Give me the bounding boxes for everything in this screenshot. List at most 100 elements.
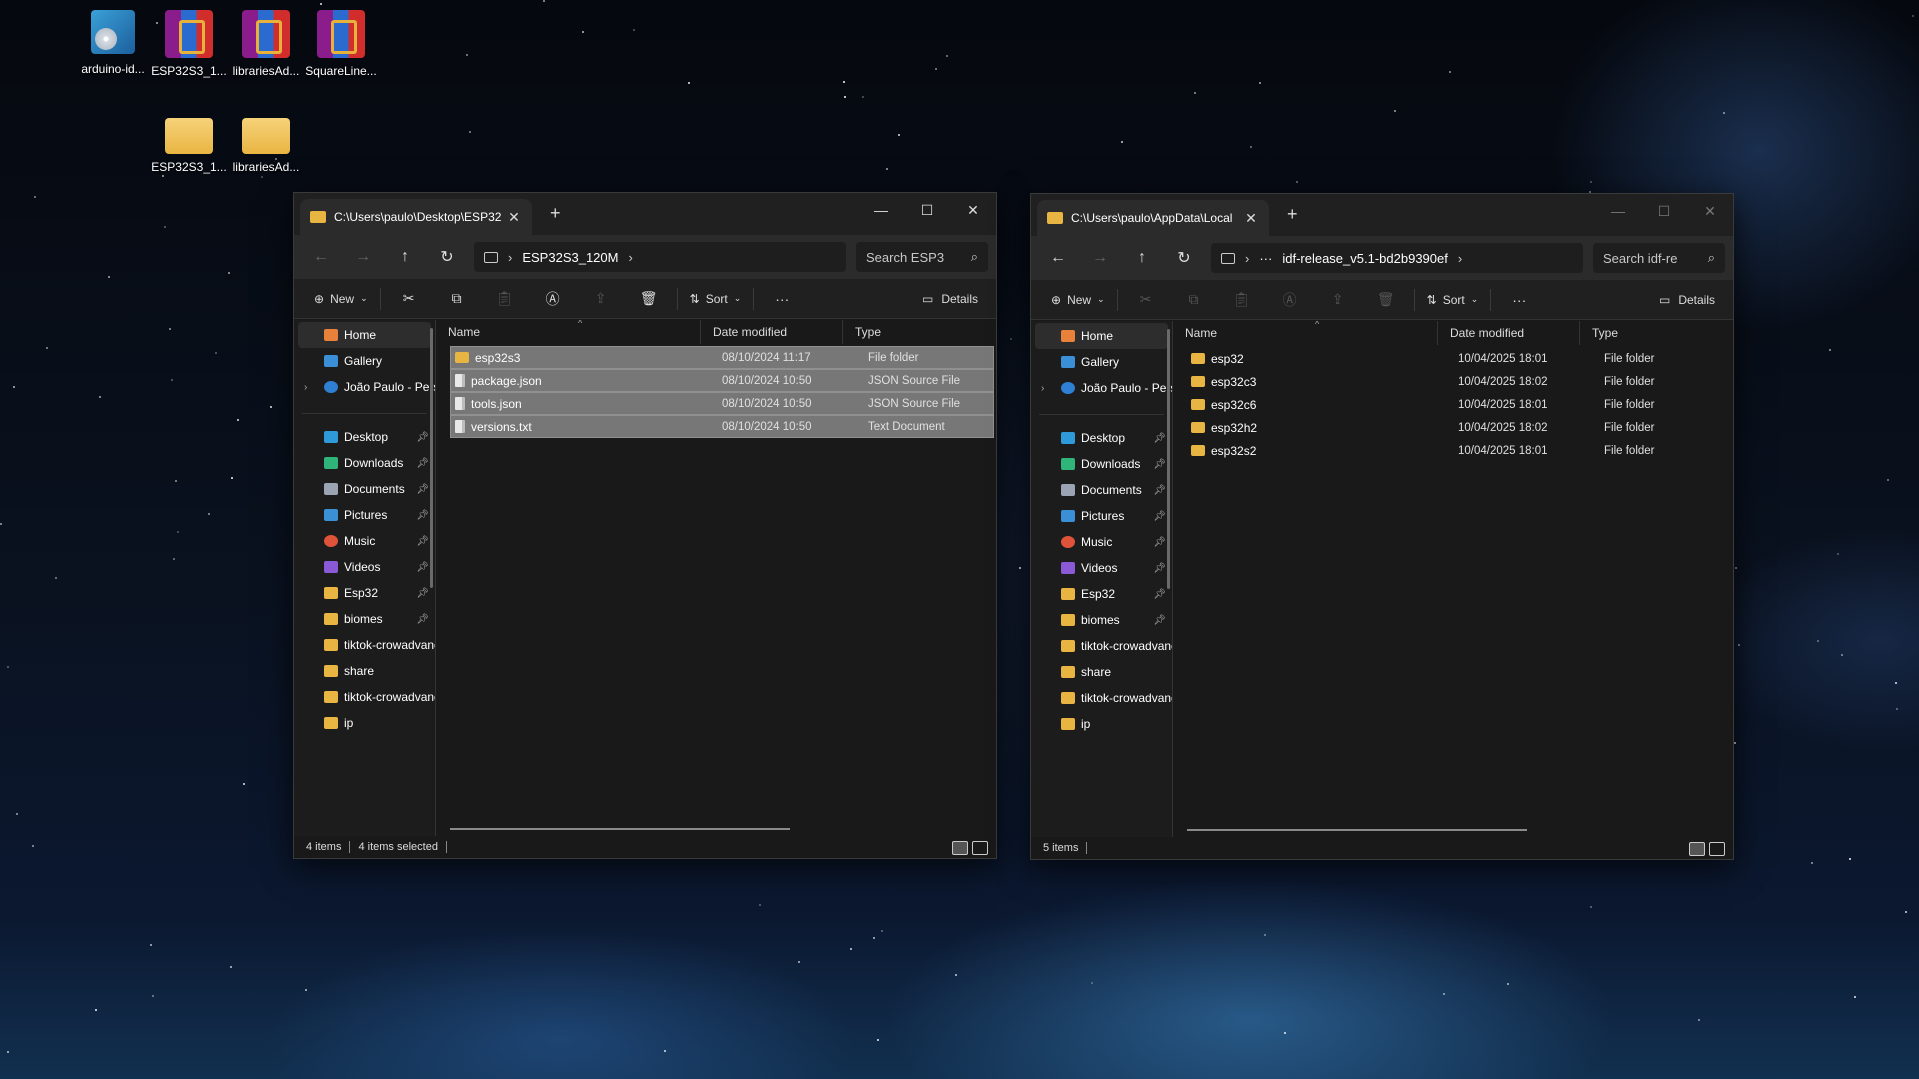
sidebar-item-pictures[interactable]: Pictures 📌︎ [294, 502, 435, 528]
close-tab-icon[interactable]: ✕ [1243, 210, 1259, 227]
copy-icon[interactable]: ⧉ [1170, 285, 1218, 315]
maximize-button[interactable]: ☐ [904, 193, 950, 227]
file-row[interactable]: esp32s3 08/10/2024 11:17 File folder [450, 346, 994, 369]
forward-arrow-icon[interactable]: → [1081, 243, 1119, 273]
sidebar-item-home[interactable]: Home [298, 322, 431, 348]
new-tab-button[interactable]: + [1287, 204, 1298, 225]
sidebar-item-home[interactable]: Home [1035, 323, 1168, 349]
maximize-button[interactable]: ☐ [1641, 194, 1687, 228]
refresh-icon[interactable]: ↻ [428, 242, 466, 272]
refresh-icon[interactable]: ↻ [1165, 243, 1203, 273]
expand-chevron-icon[interactable]: › [304, 382, 307, 393]
copy-icon[interactable]: ⧉ [433, 284, 481, 314]
delete-icon[interactable]: 🗑︎ [1362, 285, 1410, 315]
sidebar-item-music[interactable]: Music 📌︎ [294, 528, 435, 554]
sidebar-item-ip[interactable]: ip [294, 710, 435, 736]
sidebar-item-desktop[interactable]: Desktop 📌︎ [1031, 425, 1172, 451]
sidebar-item-biomes[interactable]: biomes 📌︎ [1031, 607, 1172, 633]
sidebar-item-music[interactable]: Music 📌︎ [1031, 529, 1172, 555]
window-tab[interactable]: C:\Users\paulo\Desktop\ESP32 ✕ [300, 199, 532, 235]
sidebar-item-share[interactable]: share [1031, 659, 1172, 685]
sidebar-item-jo-o-paulo-perso-[interactable]: › João Paulo - Persoı [1031, 375, 1172, 401]
sidebar-scrollbar[interactable] [430, 328, 433, 588]
details-button[interactable]: ▭ Details [922, 292, 984, 306]
sidebar-item-biomes[interactable]: biomes 📌︎ [294, 606, 435, 632]
sort-button[interactable]: ⇅ Sort ⌄ [1419, 285, 1487, 315]
column-header-name[interactable]: Name [436, 320, 701, 344]
column-header-type[interactable]: Type [843, 320, 973, 344]
paste-icon[interactable]: 📋︎ [1218, 285, 1266, 315]
share-icon[interactable]: ⇪ [577, 284, 625, 314]
file-row[interactable]: esp32c6 10/04/2025 18:01 File folder [1187, 393, 1731, 416]
share-icon[interactable]: ⇪ [1314, 285, 1362, 315]
rename-icon[interactable]: Ⓐ [529, 284, 577, 314]
sidebar-item-pictures[interactable]: Pictures 📌︎ [1031, 503, 1172, 529]
sidebar-item-ip[interactable]: ip [1031, 711, 1172, 737]
up-arrow-icon[interactable]: ↑ [386, 242, 424, 272]
tiles-view-icon[interactable] [972, 841, 988, 855]
cut-icon[interactable]: ✂ [1122, 285, 1170, 315]
sidebar-item-gallery[interactable]: Gallery [294, 348, 435, 374]
sidebar-item-esp32[interactable]: Esp32 📌︎ [294, 580, 435, 606]
sidebar-scrollbar[interactable] [1167, 329, 1170, 589]
tiles-view-icon[interactable] [1709, 842, 1725, 856]
file-row[interactable]: esp32c3 10/04/2025 18:02 File folder [1187, 370, 1731, 393]
breadcrumb-item[interactable]: idf-release_v5.1-bd2b9390ef [1282, 251, 1448, 266]
back-arrow-icon[interactable]: ← [1039, 243, 1077, 273]
chevron-right-icon[interactable]: › [1245, 251, 1249, 266]
sort-button[interactable]: ⇅ Sort ⌄ [682, 284, 750, 314]
close-window-button[interactable]: ✕ [1687, 194, 1733, 228]
minimize-button[interactable]: — [858, 193, 904, 227]
search-input[interactable]: Search idf-re ⌕ [1593, 243, 1725, 273]
new-button[interactable]: ⊕ New ⌄ [306, 284, 376, 314]
search-input[interactable]: Search ESP3 ⌕ [856, 242, 988, 272]
sidebar-item-tiktok-crowadvanc[interactable]: tiktok-crowadvanc [1031, 685, 1172, 711]
sidebar-item-share[interactable]: share [294, 658, 435, 684]
more-options-button[interactable]: ··· [1495, 285, 1543, 315]
file-row[interactable]: esp32h2 10/04/2025 18:02 File folder [1187, 416, 1731, 439]
sidebar-item-documents[interactable]: Documents 📌︎ [1031, 477, 1172, 503]
sidebar-item-videos[interactable]: Videos 📌︎ [1031, 555, 1172, 581]
expand-chevron-icon[interactable]: › [1041, 383, 1044, 394]
details-view-icon[interactable] [952, 841, 968, 855]
desktop-icon-item[interactable]: librariesAd... [228, 108, 304, 174]
close-tab-icon[interactable]: ✕ [506, 209, 522, 226]
more-options-button[interactable]: ··· [758, 284, 806, 314]
desktop-icon-item[interactable]: ESP32S3_1... [151, 108, 227, 174]
file-row[interactable]: esp32 10/04/2025 18:01 File folder [1187, 347, 1731, 370]
sidebar-item-downloads[interactable]: Downloads 📌︎ [1031, 451, 1172, 477]
close-window-button[interactable]: ✕ [950, 193, 996, 227]
breadcrumb-item[interactable]: ESP32S3_120M [522, 250, 618, 265]
minimize-button[interactable]: — [1595, 194, 1641, 228]
details-button[interactable]: ▭ Details [1659, 293, 1721, 307]
back-arrow-icon[interactable]: ← [302, 242, 340, 272]
column-header-date[interactable]: Date modified [701, 320, 843, 344]
file-row[interactable]: package.json 08/10/2024 10:50 JSON Source … [450, 369, 994, 392]
desktop-icon-item[interactable]: SquareLine... [303, 10, 379, 78]
sidebar-item-videos[interactable]: Videos 📌︎ [294, 554, 435, 580]
horizontal-scrollbar[interactable] [1187, 829, 1527, 831]
sidebar-item-tiktok-crowadvanc[interactable]: tiktok-crowadvanc [294, 684, 435, 710]
sidebar-item-jo-o-paulo-perso-[interactable]: › João Paulo - Persoı [294, 374, 435, 400]
sidebar-item-esp32[interactable]: Esp32 📌︎ [1031, 581, 1172, 607]
sidebar-item-documents[interactable]: Documents 📌︎ [294, 476, 435, 502]
rename-icon[interactable]: Ⓐ [1266, 285, 1314, 315]
desktop-icon-item[interactable]: ESP32S3_1... [151, 10, 227, 78]
sidebar-item-gallery[interactable]: Gallery [1031, 349, 1172, 375]
cut-icon[interactable]: ✂ [385, 284, 433, 314]
column-header-date[interactable]: Date modified [1438, 321, 1580, 345]
delete-icon[interactable]: 🗑︎ [625, 284, 673, 314]
file-row[interactable]: tools.json 08/10/2024 10:50 JSON Source Fi… [450, 392, 994, 415]
file-row[interactable]: versions.txt 08/10/2024 10:50 Text Documen… [450, 415, 994, 438]
forward-arrow-icon[interactable]: → [344, 242, 382, 272]
new-button[interactable]: ⊕ New ⌄ [1043, 285, 1113, 315]
new-tab-button[interactable]: + [550, 203, 561, 224]
window-tab[interactable]: C:\Users\paulo\AppData\Local ✕ [1037, 200, 1269, 236]
sidebar-item-downloads[interactable]: Downloads 📌︎ [294, 450, 435, 476]
sidebar-item-desktop[interactable]: Desktop 📌︎ [294, 424, 435, 450]
address-bar[interactable]: › ESP32S3_120M › [474, 242, 846, 272]
chevron-right-icon[interactable]: › [628, 250, 632, 265]
horizontal-scrollbar[interactable] [450, 828, 790, 830]
sidebar-item-tiktok-crowadvanc[interactable]: tiktok-crowadvanc [294, 632, 435, 658]
paste-icon[interactable]: 📋︎ [481, 284, 529, 314]
